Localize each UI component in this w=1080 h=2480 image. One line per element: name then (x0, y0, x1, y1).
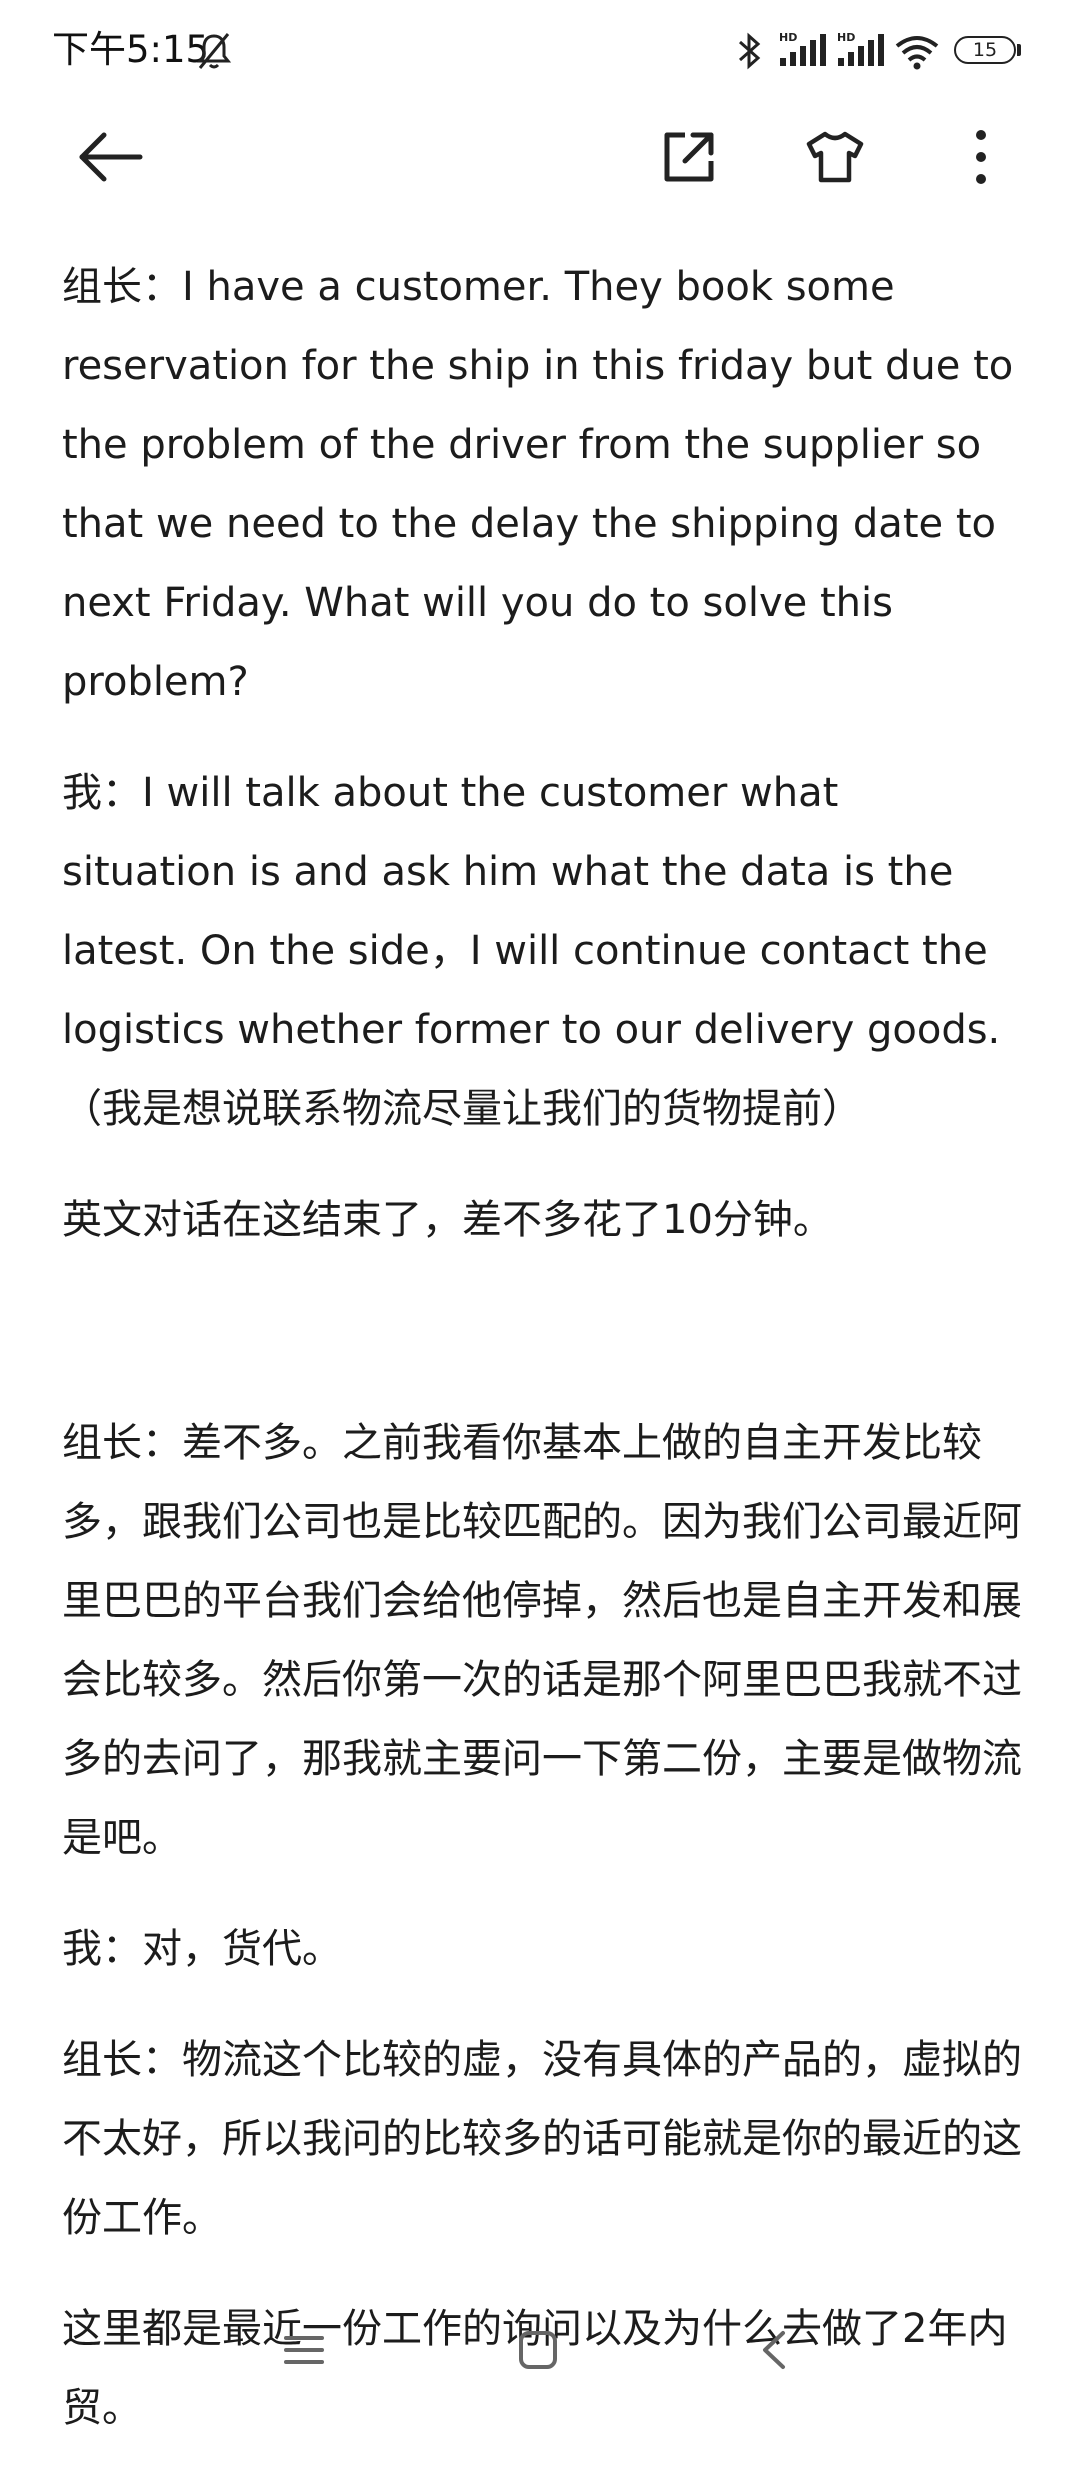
hd-signal-icon: HD (779, 31, 826, 66)
navigation-bar (0, 2300, 1080, 2400)
more-options-button[interactable] (936, 112, 1026, 202)
share-button[interactable] (644, 112, 734, 202)
back-button[interactable] (66, 112, 156, 202)
wifi-icon (895, 36, 939, 70)
status-time: 下午5:15 (52, 28, 210, 71)
recents-button[interactable] (274, 2320, 334, 2380)
paragraph: 组长：差不多。之前我看你基本上做的自主开发比较多，跟我们公司也是比较匹配的。因为… (62, 1420, 1022, 1861)
more-vert-icon (976, 130, 986, 184)
menu-icon (284, 2336, 324, 2364)
battery-tip (1017, 44, 1021, 56)
theme-button[interactable] (790, 112, 880, 202)
status-bar: 下午5:15 HD HD 15 (0, 0, 1080, 100)
blank-space (62, 1292, 1022, 1404)
toolbar (0, 100, 1080, 212)
home-icon (519, 2331, 557, 2369)
article-body: 组长：I have a customer. They book some res… (62, 248, 1022, 2480)
paragraph: 英文对话在这结束了，差不多花了10分钟。 (62, 1197, 833, 1243)
home-button[interactable] (508, 2320, 568, 2380)
paragraph: 我：I will talk about the customer what si… (62, 770, 1001, 1132)
nav-back-button[interactable] (744, 2320, 804, 2380)
hd-signal-icon: HD (837, 31, 884, 66)
share-icon (664, 132, 714, 182)
battery-icon: 15 (954, 36, 1016, 64)
tshirt-icon (806, 131, 864, 183)
battery-level: 15 (972, 39, 998, 61)
paragraph: 组长：物流这个比较的虚，没有具体的产品的，虚拟的不太好，所以我问的比较多的话可能… (62, 2037, 1022, 2241)
paragraph: 组长：I have a customer. They book some res… (62, 264, 1026, 705)
svg-text:HD: HD (779, 31, 797, 44)
back-icon (763, 2331, 785, 2369)
paragraph: 我：对，货代。 (62, 1926, 342, 1972)
svg-text:HD: HD (837, 31, 855, 44)
mute-icon (196, 33, 232, 69)
bluetooth-icon (739, 32, 761, 70)
back-arrow-icon (79, 132, 143, 182)
